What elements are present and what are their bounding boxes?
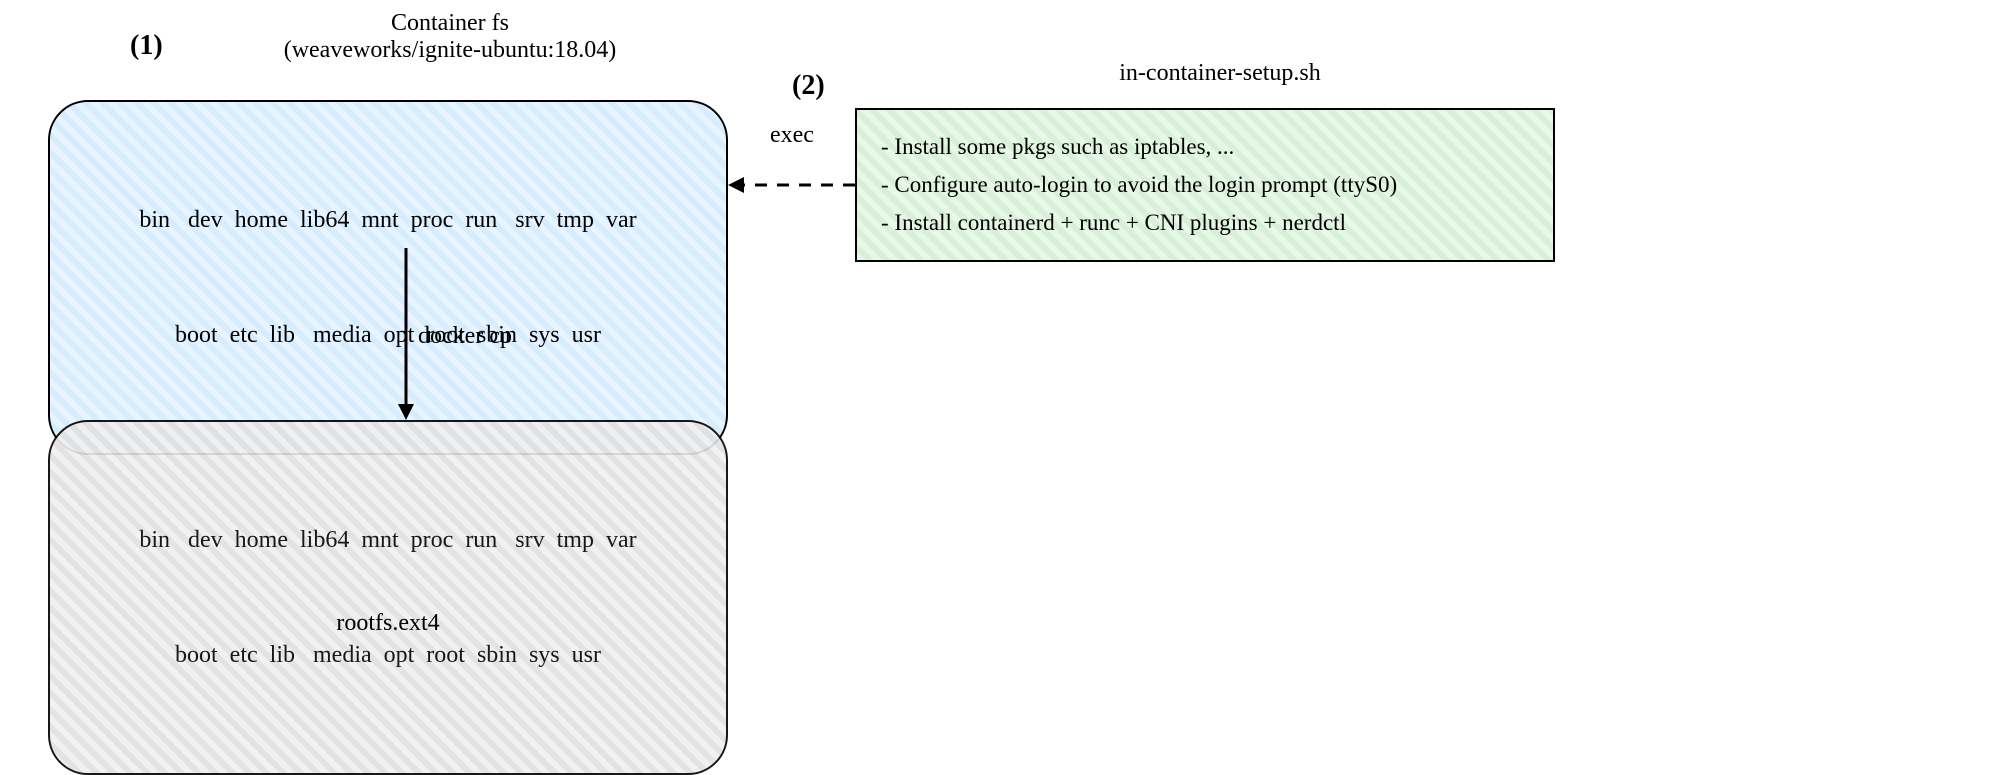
fs-row1: bin dev home lib64 mnt proc run srv tmp …: [70, 201, 706, 239]
fs-row2: boot etc lib media opt root sbin sys usr: [70, 316, 706, 354]
arrow-docker-cp: [396, 248, 416, 420]
script-steps: Install some pkgs such as iptables, ... …: [857, 110, 1553, 260]
exec-label: exec: [770, 122, 814, 149]
containerfs-subtitle: (weaveworks/ignite-ubuntu:18.04): [200, 37, 700, 64]
script-step: Install some pkgs such as iptables, ...: [881, 128, 1529, 166]
script-box: Install some pkgs such as iptables, ... …: [855, 108, 1555, 262]
fs-row2: boot etc lib media opt root sbin sys usr: [70, 636, 706, 674]
containerfs-title-block: Container fs (weaveworks/ignite-ubuntu:1…: [200, 10, 700, 64]
rootfs-box: bin dev home lib64 mnt proc run srv tmp …: [48, 420, 728, 775]
rootfs-caption: rootfs.ext4: [48, 610, 728, 637]
script-title: in-container-setup.sh: [1020, 60, 1420, 87]
fs-row1: bin dev home lib64 mnt proc run srv tmp …: [70, 521, 706, 559]
script-step: Install containerd + runc + CNI plugins …: [881, 204, 1529, 242]
containerfs-box: bin dev home lib64 mnt proc run srv tmp …: [48, 100, 728, 455]
docker-cp-label: docker cp: [418, 323, 512, 350]
fs-listing-bottom: bin dev home lib64 mnt proc run srv tmp …: [50, 422, 726, 773]
step-number-2: (2): [792, 70, 825, 102]
containerfs-title: Container fs: [200, 10, 700, 37]
fs-listing-top: bin dev home lib64 mnt proc run srv tmp …: [50, 102, 726, 453]
step-number-1: (1): [130, 30, 163, 62]
arrow-exec: [728, 175, 855, 195]
script-step: Configure auto-login to avoid the login …: [881, 166, 1529, 204]
